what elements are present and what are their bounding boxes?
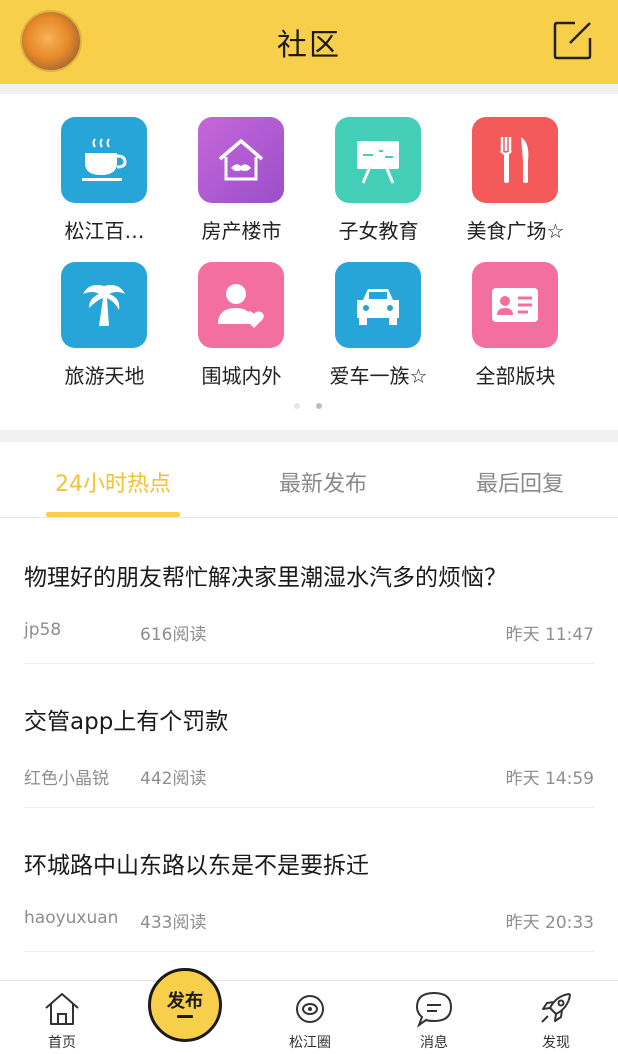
category-label: 旅游天地 bbox=[64, 364, 145, 388]
page-title: 社区 bbox=[277, 28, 341, 63]
post-read-count: 433阅读 bbox=[140, 913, 207, 933]
top-bar: 社区 bbox=[0, 0, 618, 84]
nav-label: 发现 bbox=[542, 1035, 570, 1051]
chat-bubble-icon bbox=[415, 991, 453, 1028]
category-marriage[interactable]: 围城内外 bbox=[173, 262, 310, 402]
person-heart-icon bbox=[198, 262, 284, 348]
nav-songjiang-circle[interactable]: 松江圈 bbox=[248, 990, 372, 1054]
category-label: 美食广场☆ bbox=[466, 219, 565, 243]
divider bbox=[0, 517, 618, 518]
nav-label: 松江圈 bbox=[289, 1035, 331, 1051]
post-title: 环城路中山东路以东是不是要拆迁 bbox=[24, 853, 369, 879]
nav-home[interactable]: 首页 bbox=[0, 990, 124, 1054]
tab-24h-hot[interactable]: 24小时热点 bbox=[10, 466, 216, 498]
nav-label: 首页 bbox=[48, 1035, 76, 1051]
divider bbox=[24, 951, 594, 952]
category-cars[interactable]: 爱车一族☆ bbox=[310, 262, 447, 402]
car-icon bbox=[335, 262, 421, 348]
palm-tree-icon bbox=[61, 262, 147, 348]
post-author: haoyuxuan bbox=[24, 908, 119, 928]
list-item[interactable]: 物理好的朋友帮忙解决家里潮湿水汽多的烦恼？ jp58 616阅读 昨天 11:4… bbox=[0, 520, 618, 664]
post-time: 昨天 14:59 bbox=[505, 769, 594, 789]
fork-knife-icon bbox=[472, 117, 558, 203]
post-title: 物理好的朋友帮忙解决家里潮湿水汽多的烦恼？ bbox=[24, 565, 507, 591]
category-label: 围城内外 bbox=[201, 364, 282, 388]
post-read-count: 442阅读 bbox=[140, 769, 207, 789]
post-read-count: 616阅读 bbox=[140, 625, 207, 645]
category-label: 全部版块 bbox=[475, 364, 556, 388]
nav-messages[interactable]: 消息 bbox=[372, 990, 496, 1054]
tea-cup-icon bbox=[61, 117, 147, 203]
divider bbox=[0, 430, 618, 442]
rocket-icon bbox=[541, 993, 571, 1023]
category-travel[interactable]: 旅游天地 bbox=[36, 262, 173, 402]
category-label: 子女教育 bbox=[338, 219, 419, 243]
compose-icon[interactable] bbox=[553, 20, 593, 60]
divider bbox=[0, 84, 618, 94]
id-card-icon bbox=[472, 262, 558, 348]
category-all[interactable]: 全部版块 bbox=[447, 262, 584, 402]
category-label: 爱车一族☆ bbox=[329, 364, 428, 388]
page-dot-active bbox=[316, 403, 322, 409]
category-label: 松江百… bbox=[64, 219, 145, 243]
category-label: 房产楼市 bbox=[201, 219, 282, 243]
nav-discover[interactable]: 发现 bbox=[494, 990, 618, 1054]
publish-label: 发布 bbox=[167, 991, 203, 1012]
list-item[interactable]: 环城路中山东路以东是不是要拆迁 haoyuxuan 433阅读 昨天 20:33 bbox=[0, 808, 618, 952]
easel-icon bbox=[335, 117, 421, 203]
category-songjiang[interactable]: 松江百… bbox=[36, 117, 173, 257]
tab-latest-posts[interactable]: 最新发布 bbox=[220, 466, 426, 498]
post-time: 昨天 11:47 bbox=[505, 625, 594, 645]
publish-icon bbox=[177, 1015, 193, 1018]
house-handshake-icon bbox=[198, 117, 284, 203]
post-author: 红色小晶锐 bbox=[24, 769, 109, 789]
tab-last-reply[interactable]: 最后回复 bbox=[417, 466, 618, 498]
list-item[interactable]: 交管app上有个罚款 红色小晶锐 442阅读 昨天 14:59 bbox=[0, 664, 618, 808]
page-dot bbox=[294, 403, 300, 409]
home-icon bbox=[45, 993, 79, 1025]
post-title: 交管app上有个罚款 bbox=[24, 709, 229, 735]
post-time: 昨天 20:33 bbox=[505, 913, 594, 933]
category-education[interactable]: 子女教育 bbox=[310, 117, 447, 257]
planet-icon bbox=[296, 995, 324, 1023]
nav-label: 消息 bbox=[420, 1035, 448, 1051]
publish-button[interactable]: 发布 bbox=[148, 968, 222, 1042]
category-real-estate[interactable]: 房产楼市 bbox=[173, 117, 310, 257]
category-food[interactable]: 美食广场☆ bbox=[447, 117, 584, 257]
post-author: jp58 bbox=[24, 620, 62, 640]
